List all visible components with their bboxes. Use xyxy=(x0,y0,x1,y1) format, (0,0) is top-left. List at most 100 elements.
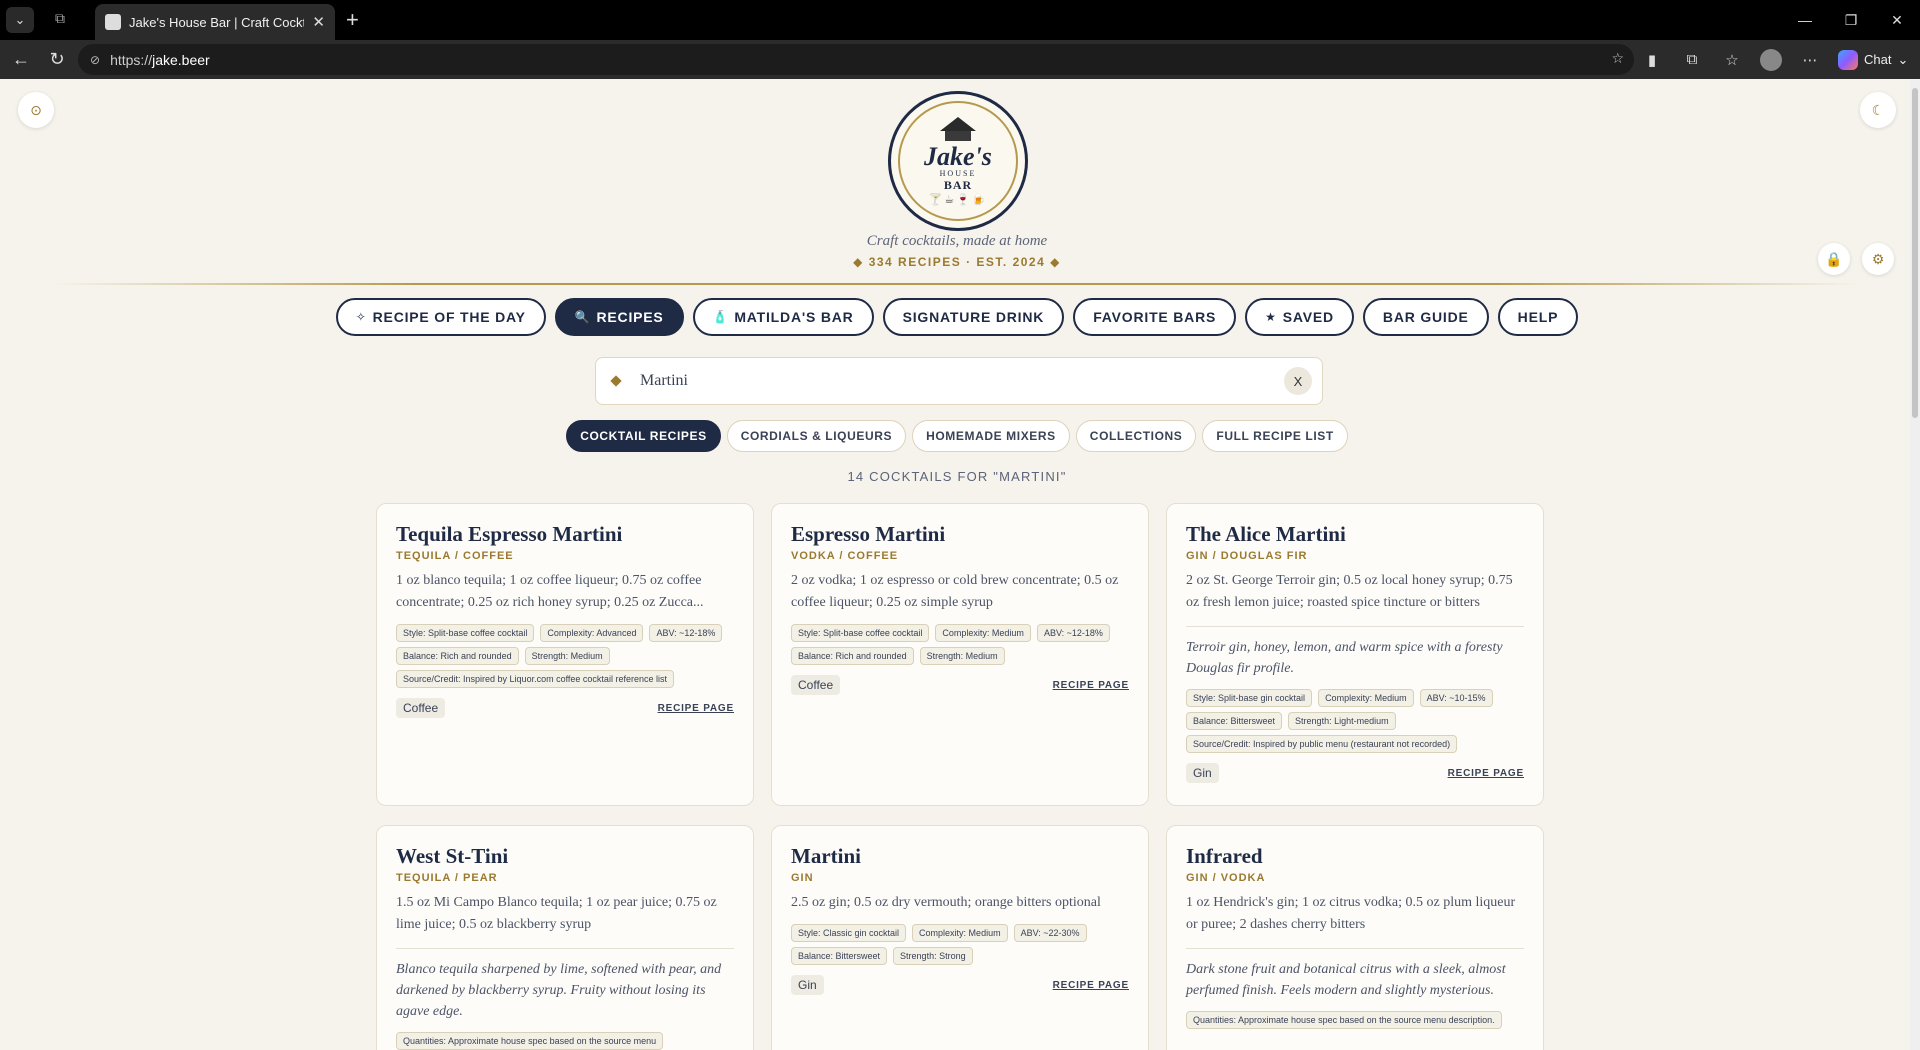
recipe-tags: Style: Classic gin cocktail Complexity: M… xyxy=(791,924,1129,965)
recipe-category: GIN / VODKA xyxy=(1186,872,1266,884)
page-viewport: ⊙ ☾ 🔒 ⚙ Jake's HOUSE BAR 🍸☕🍷🍺 Craft cock… xyxy=(4,80,1910,1050)
recipe-description: Dark stone fruit and botanical citrus wi… xyxy=(1186,948,1524,1001)
nav-label: RECIPES xyxy=(596,309,664,325)
recipe-type-tabs: COCKTAIL RECIPES CORDIALS & LIQUEURS HOMEM… xyxy=(4,420,1910,452)
scrollbar-thumb[interactable] xyxy=(1912,88,1918,418)
spirit-chip[interactable]: Gin xyxy=(791,975,824,995)
recipe-tag: Balance: Rich and rounded xyxy=(791,647,914,665)
recipe-card[interactable]: The Alice Martini GIN / DOUGLAS FIR 2 oz S… xyxy=(1166,503,1544,806)
recipe-spec: 2 oz vodka; 1 oz espresso or cold brew c… xyxy=(791,573,1119,610)
recipe-tag: Style: Split-base coffee cocktail xyxy=(396,624,535,642)
nav-recipes-button[interactable]: 🔍 RECIPES xyxy=(554,298,684,336)
recipe-title[interactable]: Espresso Martini xyxy=(791,522,1129,546)
nav-signature-drink-button[interactable]: SIGNATURE DRINK xyxy=(882,298,1065,336)
result-count: 14 COCKTAILS FOR "MARTINI" xyxy=(847,469,1067,484)
spirit-chip[interactable]: Coffee xyxy=(396,698,446,718)
nav-matilda-s-bar-button[interactable]: 🧴 MATILDA'S BAR xyxy=(692,298,874,336)
recipe-page-link[interactable]: RECIPE PAGE xyxy=(1053,680,1129,691)
recipe-title[interactable]: West St-Tini xyxy=(396,844,734,868)
nav-bar-guide-button[interactable]: BAR GUIDE xyxy=(1362,298,1489,336)
diamond-icon xyxy=(610,375,622,387)
recipe-card[interactable]: Espresso Martini VODKA / COFFEE 2 oz vodka… xyxy=(771,503,1149,806)
nav-help-button[interactable]: HELP xyxy=(1497,298,1579,336)
recipe-title[interactable]: The Alice Martini xyxy=(1186,522,1524,546)
spirit-chip[interactable]: Gin xyxy=(1186,763,1219,783)
house-body-icon xyxy=(945,130,971,141)
restore-button[interactable]: ❐ xyxy=(1828,0,1874,40)
minimize-button[interactable]: — xyxy=(1782,0,1828,40)
back-arrow-icon[interactable]: ← xyxy=(6,49,36,70)
favorites-icon[interactable]: ☆ xyxy=(1720,51,1744,69)
recipe-tag: Complexity: Medium xyxy=(912,924,1008,942)
recipe-tag: Complexity: Medium xyxy=(1318,689,1414,707)
favorite-star-icon[interactable]: ☆ xyxy=(1611,50,1624,67)
recipe-tag: Complexity: Medium xyxy=(935,624,1031,642)
recipe-category: GIN xyxy=(791,872,814,884)
recipe-tag: ABV: ~10-15% xyxy=(1419,689,1493,707)
browser-tab[interactable]: Jake's House Bar | Craft Cocktail Re ✕ xyxy=(95,4,335,40)
chat-button[interactable]: Chat ⌄ xyxy=(1838,49,1909,70)
copilot-icon xyxy=(1838,49,1858,70)
chat-label: Chat xyxy=(1864,52,1892,67)
new-tab-button[interactable]: + xyxy=(346,7,359,33)
site-tagline: Craft cocktails, made at home xyxy=(866,233,1048,249)
nav-favorite-bars-button[interactable]: FAVORITE BARS xyxy=(1073,298,1237,336)
more-menu-icon[interactable]: ⋯ xyxy=(1798,51,1822,69)
page-scrollbar[interactable] xyxy=(1910,80,1920,1050)
site-info-icon[interactable]: ⊘ xyxy=(90,53,100,67)
favicon-icon xyxy=(105,14,121,30)
recipe-page-link[interactable]: RECIPE PAGE xyxy=(1053,980,1129,991)
recipe-title[interactable]: Tequila Espresso Martini xyxy=(396,522,734,546)
url-field[interactable]: ⊘ https://jake.beer ☆ xyxy=(78,44,1634,75)
nav-label: SIGNATURE DRINK xyxy=(902,309,1045,325)
tab-collections[interactable]: COLLECTIONS xyxy=(1075,420,1197,452)
url-host: jake.beer xyxy=(152,51,210,68)
recipe-card[interactable]: Tequila Espresso Martini TEQUILA / COFFEE… xyxy=(376,503,754,806)
header-divider xyxy=(54,283,1860,285)
recipe-page-link[interactable]: RECIPE PAGE xyxy=(658,703,734,714)
recipe-category: VODKA / COFFEE xyxy=(791,550,899,562)
recipe-title[interactable]: Infrared xyxy=(1186,844,1524,868)
spirit-chip[interactable]: Coffee xyxy=(791,675,841,695)
clear-search-button[interactable]: X xyxy=(1284,367,1312,395)
recipe-tags: Style: Split-base coffee cocktail Complex… xyxy=(396,624,734,688)
main-nav: ✧ RECIPE OF THE DAY 🔍 RECIPES 🧴 MATILDA'S BAR… xyxy=(4,298,1910,336)
nav-icon: 🔍 xyxy=(574,310,591,324)
nav-icon: 🧴 xyxy=(712,310,729,324)
recipe-card[interactable]: West St-Tini TEQUILA / PEAR 1.5 oz Mi Camp… xyxy=(376,825,754,1050)
recipe-card[interactable]: Martini GIN 2.5 oz gin; 0.5 oz dry vermout… xyxy=(771,825,1149,1050)
nav-saved-button[interactable]: ★ SAVED xyxy=(1245,298,1354,336)
recipe-tag: Complexity: Advanced xyxy=(540,624,644,642)
recipe-category: TEQUILA / COFFEE xyxy=(396,550,514,562)
recipe-page-link[interactable]: RECIPE PAGE xyxy=(1448,768,1524,779)
tab-actions-icon[interactable]: ⧉ xyxy=(55,10,65,27)
extensions-puzzle-icon[interactable]: ⧉ xyxy=(1680,51,1704,68)
tab-homemade-mixers[interactable]: HOMEMADE MIXERS xyxy=(912,420,1070,452)
recipe-card[interactable]: Infrared GIN / VODKA 1 oz Hendrick's gin; … xyxy=(1166,825,1544,1050)
recipe-tag: Style: Split-base gin cocktail xyxy=(1186,689,1313,707)
site-logo[interactable]: Jake's HOUSE BAR 🍸☕🍷🍺 xyxy=(888,91,1028,231)
recipe-tags: Quantities: Approximate house spec based… xyxy=(396,1032,734,1050)
close-window-button[interactable]: ✕ xyxy=(1874,0,1920,40)
tab-close-icon[interactable]: ✕ xyxy=(312,13,325,31)
recipe-tag: Balance: Bittersweet xyxy=(791,947,888,965)
accessibility-toggle-button[interactable]: ⊙ xyxy=(18,92,54,128)
window-controls: — ❐ ✕ xyxy=(1782,0,1920,40)
nav-label: SAVED xyxy=(1282,309,1334,325)
nav-recipe-of-the-day-button[interactable]: ✧ RECIPE OF THE DAY xyxy=(335,298,546,336)
extension-icon[interactable]: ▮ xyxy=(1640,51,1664,69)
dark-mode-toggle-button[interactable]: ☾ xyxy=(1860,92,1896,128)
search-input[interactable]: Martini xyxy=(640,372,1284,390)
tab-full-recipe-list[interactable]: FULL RECIPE LIST xyxy=(1202,420,1348,452)
refresh-icon[interactable]: ↻ xyxy=(42,49,72,70)
profile-avatar-icon[interactable] xyxy=(1760,48,1782,71)
tab-cordials-liqueurs[interactable]: CORDIALS & LIQUEURS xyxy=(726,420,907,452)
recipe-footer: Coffee RECIPE PAGE xyxy=(396,698,734,718)
tab-cocktail-recipes[interactable]: COCKTAIL RECIPES xyxy=(566,420,721,452)
search-box[interactable]: Martini X xyxy=(595,357,1323,405)
recipe-title[interactable]: Martini xyxy=(791,844,1129,868)
tab-list-dropdown[interactable]: ⌄ xyxy=(6,7,34,33)
chevron-down-icon: ⌄ xyxy=(1897,51,1909,67)
logo-wordmark: Jake's xyxy=(924,141,992,171)
recipe-tag: ABV: ~22-30% xyxy=(1013,924,1087,942)
